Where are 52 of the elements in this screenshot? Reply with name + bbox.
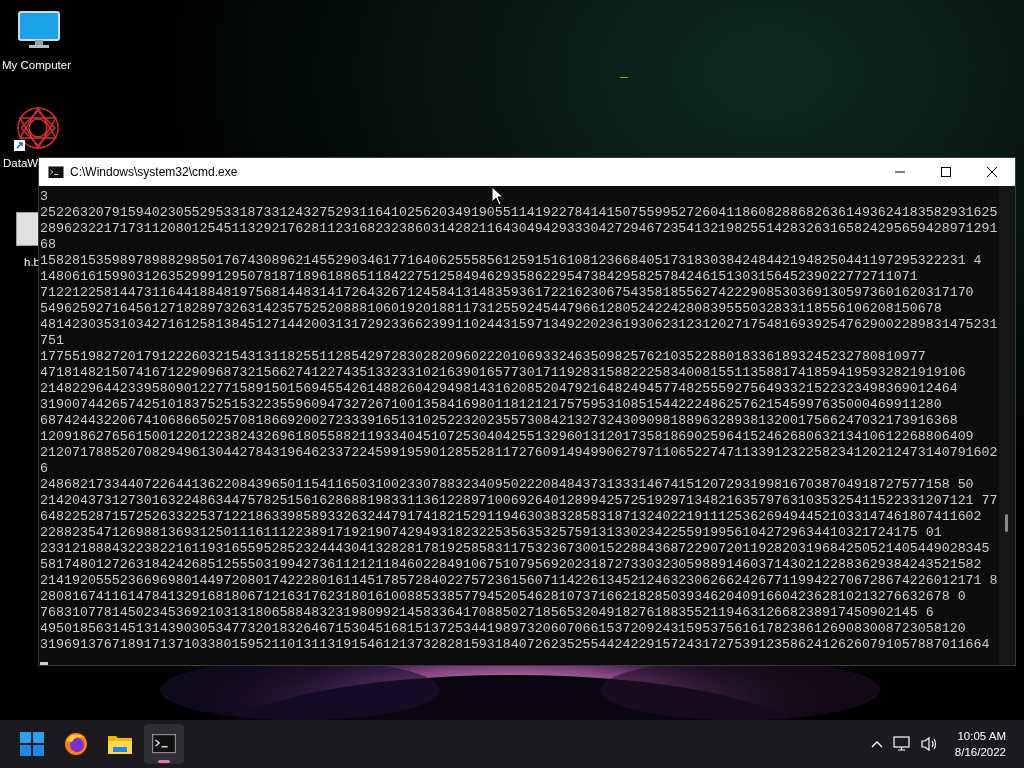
console-line: 14806161599031263529991295078187189618865118422751258494629358622954738429582578424615130315645239022772711071 (40, 269, 918, 285)
console-line: 214204373127301632248634475782515616286881983311361228971006926401289942572519297134821635797631035325411522331207121 77 (40, 493, 998, 509)
chevron-up-icon[interactable] (870, 740, 883, 748)
console-line: 5817480127263184242685125550319942736112121184602284910675107956920231872733032305988914603714302122883629384243521582 (40, 557, 982, 573)
mandala-icon (14, 104, 62, 152)
console-line: 76831077814502345369210313180658848323198099214583364170885027185653204918276188355211946312668238917450902145 6 (40, 605, 934, 621)
maximize-icon (941, 167, 951, 177)
console-line: 212071788520708294961304427843196462337224599195901285528117276091494990627971106522747113391232258234120212473140791602 (40, 445, 998, 461)
clock-date: 8/16/2022 (954, 745, 1006, 760)
speaker-icon[interactable] (920, 736, 939, 752)
clock-time: 10:05 AM (957, 729, 1006, 744)
monitor-icon (17, 10, 61, 50)
file-icon (16, 212, 40, 246)
console-line: 289623221717311208012545113292176281123168232386031428211643049429333042729467235413219825514283263165824295659428971291 (40, 221, 998, 237)
console-line: 2141920555236696980144972080174222801611451785728402275723615607114226134521246323062662426771199422706728674226012171 8 (40, 573, 998, 589)
console-line: 68 (40, 237, 56, 253)
console-line: 31900744265742510183752515322355960947327267100135841698011812121757595310851544222486257621545997635000469911280 (40, 397, 942, 413)
console-line: 23312188843223822161193165595285232444304132828178192585831175323673001522884368722907201192820319684250521405449028345 (40, 541, 990, 557)
console-line: 47181482150741671229096873215662741227435133233102163901657730171192831588222583400815511358817418594195932821919106 (40, 365, 966, 381)
console-line: 22882354712698813693125011161112238917192190742949318232253563532575913133023422559199561042729634410321724175 01 (40, 525, 942, 541)
console-line: 177551982720179122260321543131182551128542972830282096022201069332463509825762103522880183361893245232780810977 (40, 349, 926, 365)
console-line: 54962592716456127182897326314235752520888106019201881173125592454479661280524224280839555032833118556106208150678 (40, 301, 942, 317)
terminal-icon (48, 165, 64, 179)
console-line: 712212258144731164418848197568144831417264326712458413148359361722162306754358185562742229085303691305973601620317170 (40, 285, 974, 301)
console-line: 49501856314513143903053477320183264671530451681513725344198973206070661537209243159537561617823861269083008723058120 (40, 621, 966, 637)
desktop-icon-label[interactable]: My Computer (2, 58, 72, 72)
console-line: 6 (40, 461, 48, 477)
fox-globe-icon (64, 732, 88, 756)
window-title: C:\Windows\system32\cmd.exe (70, 164, 238, 181)
console-line: 280816741161478413291681806712163176231801610088533857794520546281073716621828503934620409166042362810213276632678 0 (40, 589, 966, 605)
console-line: 3 (40, 189, 48, 205)
console-line: 481423035310342716125813845127144200313172923366239911024431597134922023619306231231202717548169392547629002289831475231 (40, 317, 998, 333)
text-cursor (40, 662, 48, 665)
console-line: 2148229644233958090122771589150156945542614882604294981431620852047921648249457748255592756493321522323498369012464 (40, 381, 958, 397)
terminal-icon (152, 734, 176, 754)
desktop-icon-label[interactable]: DataW (3, 156, 39, 170)
taskbar-app-button[interactable] (144, 724, 184, 764)
minimize-icon (895, 171, 905, 173)
windows-logo-icon (20, 732, 44, 756)
console-line: 6874244322067410686650257081866920027233391651310252232023557308421327324309098188963289381320017566247032173916368 (40, 413, 958, 429)
close-icon (987, 167, 997, 177)
console-line: 15828153598978988298501767430896214552903461771640625558561259151610812366840517318303842484421948250441197295322231 4 (40, 253, 982, 269)
console-line: 248682173344072264413622084396501154116503100233078832340950222084843731333146741512072931998167038704918727577158 50 (40, 477, 974, 493)
scrollbar[interactable] (999, 186, 1015, 665)
console-line: 751 (40, 333, 64, 349)
console-line: 252263207915940230552953318733124327529311641025620349190551141922784141507559952726041186082886826361493624183582931625 (40, 205, 998, 221)
clock[interactable]: 10:05 AM 8/16/2022 (954, 728, 1006, 760)
scrollbar-thumb[interactable] (1005, 514, 1008, 532)
console-line: 120918627656150012201223824326961805588211933404510725304042551329601312017358186902596415246268063213410612268806409 (40, 429, 974, 445)
folder-icon (107, 733, 133, 755)
console-line: 6482252871572526332253712218633985893326324479174182152911946303832858318713240221911125362694944521033147461807411602 (40, 509, 982, 525)
console-line: 31969137671891713710338015952110131131915461213732828159318407262352554424229157243172753912358624126260791057887011664 (40, 637, 990, 653)
